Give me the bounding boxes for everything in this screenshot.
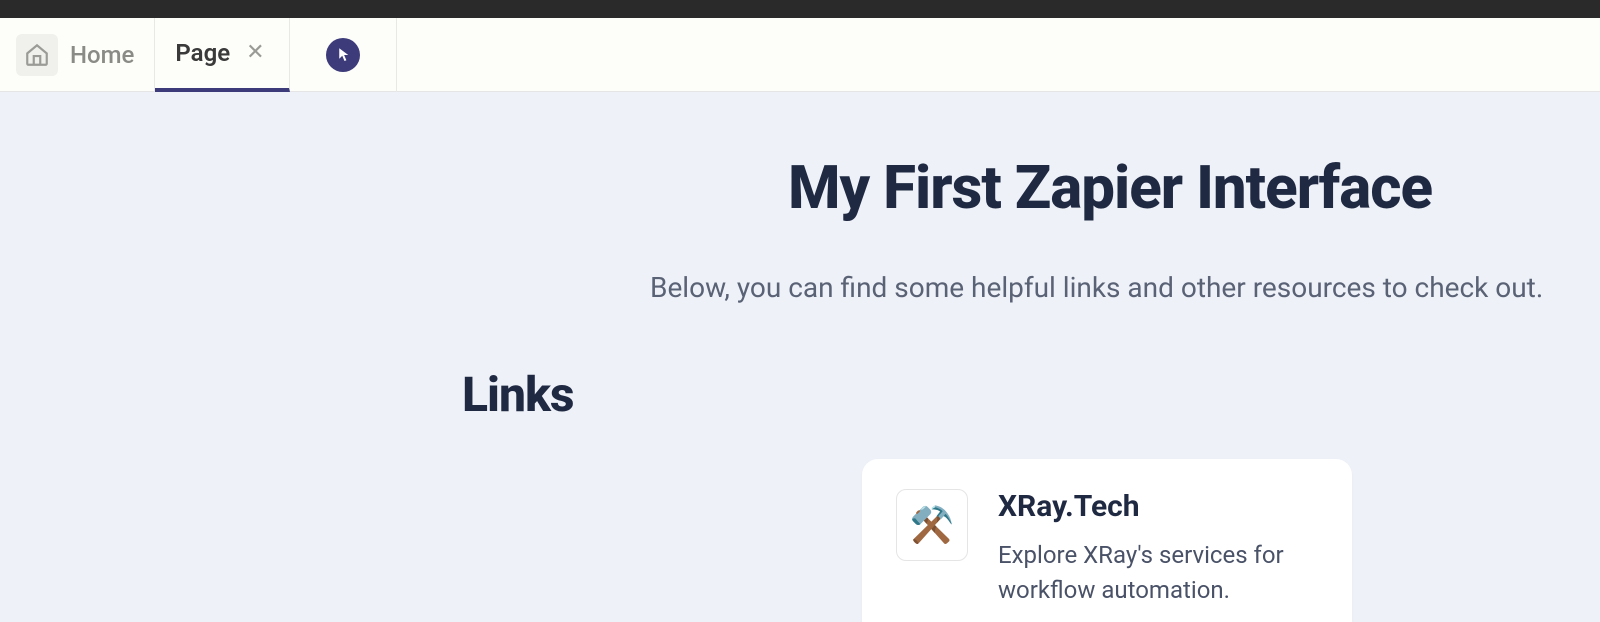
link-title: XRay.Tech: [998, 489, 1318, 524]
links-heading: Links: [462, 366, 1600, 423]
tab-page-label: Page: [175, 39, 230, 67]
hammer-pick-icon: ⚒️: [896, 489, 968, 561]
links-section: Links ⚒️ XRay.Tech Explore XRay's servic…: [462, 366, 1600, 622]
home-icon: [16, 34, 58, 76]
tab-page[interactable]: Page ✕: [155, 18, 289, 92]
link-content: XRay.Tech Explore XRay's services for wo…: [998, 489, 1318, 608]
close-icon[interactable]: ✕: [242, 42, 268, 64]
cursor-icon: [326, 38, 360, 72]
link-description: Explore XRay's services for workflow aut…: [998, 538, 1318, 608]
tab-home-label: Home: [70, 41, 134, 69]
tab-bar: Home Page ✕: [0, 18, 1600, 92]
tab-home[interactable]: Home: [0, 18, 155, 92]
tab-add[interactable]: [290, 18, 397, 92]
page-content: My First Zapier Interface Below, you can…: [0, 92, 1600, 622]
browser-chrome-bar: [0, 0, 1600, 18]
page-title: My First Zapier Interface: [620, 152, 1600, 223]
page-subtitle: Below, you can find some helpful links a…: [650, 271, 1600, 304]
link-card[interactable]: ⚒️ XRay.Tech Explore XRay's services for…: [862, 459, 1352, 622]
